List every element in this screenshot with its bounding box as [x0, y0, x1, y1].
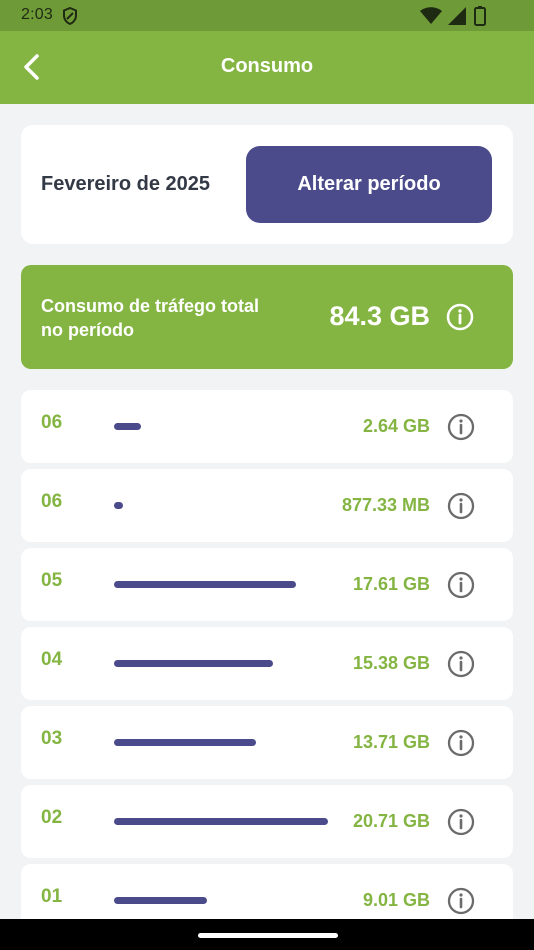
row-day: 01 [41, 886, 63, 907]
info-icon[interactable] [447, 887, 475, 915]
row-day: 06 [41, 491, 63, 512]
status-bar: 2:03 [0, 0, 534, 31]
info-icon[interactable] [447, 650, 475, 678]
status-time: 2:03 [21, 6, 53, 23]
row-value: 9.01 GB [362, 890, 430, 910]
usage-bar [114, 423, 141, 430]
usage-row[interactable]: 02 20.71 GB [21, 785, 513, 858]
usage-bar [114, 581, 296, 588]
row-day: 04 [41, 649, 63, 670]
usage-bar [114, 897, 207, 904]
usage-bar [114, 739, 256, 746]
signal-icon [448, 7, 466, 25]
row-value: 15.38 GB [352, 653, 430, 673]
usage-list: 06 2.64 GB 06 877.33 MB 05 17.61 GB 04 15.38 GB… [21, 390, 513, 943]
info-icon[interactable] [447, 492, 475, 520]
row-value: 13.71 GB [352, 732, 430, 752]
info-icon[interactable] [447, 571, 475, 599]
usage-row[interactable]: 06 2.64 GB [21, 390, 513, 463]
status-icons [420, 6, 500, 26]
info-icon[interactable] [447, 808, 475, 836]
info-icon[interactable] [447, 413, 475, 441]
usage-row[interactable]: 05 17.61 GB [21, 548, 513, 621]
total-consumption-card: Consumo de tráfego total no período 84.3… [21, 265, 513, 369]
usage-bar [114, 502, 123, 509]
row-day: 02 [41, 807, 63, 828]
navigation-bar [0, 919, 534, 950]
total-consumption-value: 84.3 GB [329, 301, 430, 331]
usage-bar [114, 660, 273, 667]
change-period-button[interactable]: Alterar período [246, 146, 492, 223]
info-icon[interactable] [447, 729, 475, 757]
wifi-icon [420, 7, 442, 24]
row-value: 877.33 MB [341, 495, 430, 515]
row-day: 05 [41, 570, 63, 591]
info-icon[interactable] [446, 303, 474, 331]
usage-bar [114, 818, 328, 825]
row-value: 17.61 GB [352, 574, 430, 594]
page-title: Consumo [220, 55, 314, 77]
battery-icon [474, 6, 486, 26]
app-bar: Consumo [0, 31, 534, 104]
period-card: Fevereiro de 2025 Alterar período [21, 125, 513, 244]
shield-icon [63, 7, 77, 25]
row-value: 20.71 GB [352, 811, 430, 831]
usage-row[interactable]: 06 877.33 MB [21, 469, 513, 542]
total-consumption-label: Consumo de tráfego total no período [41, 296, 260, 340]
usage-row[interactable]: 03 13.71 GB [21, 706, 513, 779]
home-handle[interactable] [198, 933, 338, 938]
row-day: 03 [41, 728, 63, 749]
row-day: 06 [41, 412, 63, 433]
period-label: Fevereiro de 2025 [41, 173, 210, 195]
usage-row[interactable]: 04 15.38 GB [21, 627, 513, 700]
row-value: 2.64 GB [362, 416, 430, 436]
